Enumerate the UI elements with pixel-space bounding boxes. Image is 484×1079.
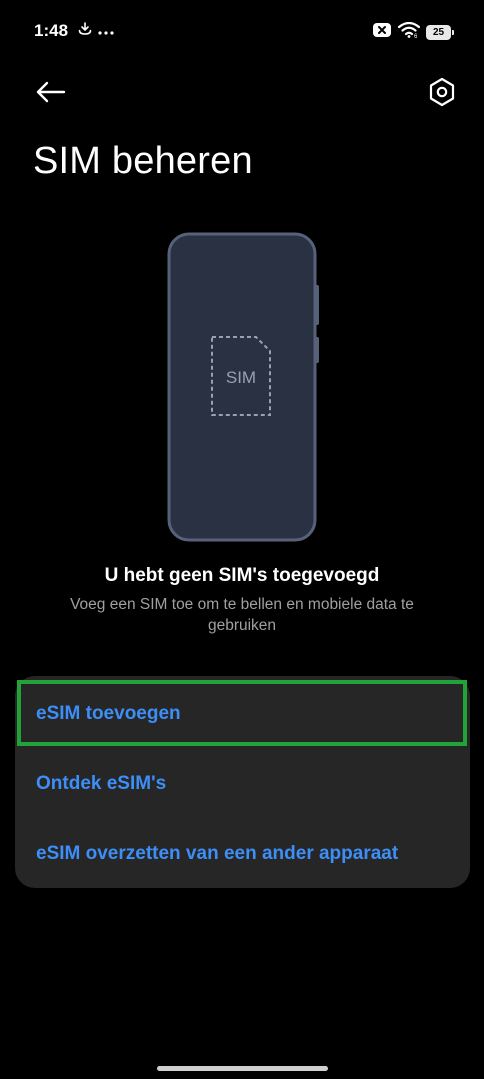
home-indicator[interactable] xyxy=(157,1066,328,1071)
page-title: SIM beheren xyxy=(33,140,253,182)
add-esim-option[interactable]: eSIM toevoegen xyxy=(15,679,470,749)
wifi-icon: 6 xyxy=(397,21,421,43)
transfer-esim-option[interactable]: eSIM overzetten van een ander apparaat xyxy=(15,819,470,888)
discover-esims-option[interactable]: Ontdek eSIM's xyxy=(15,749,470,819)
back-button[interactable] xyxy=(30,74,70,114)
hexagon-settings-icon xyxy=(428,77,456,112)
status-time: 1:48 xyxy=(34,21,69,40)
more-dots-icon xyxy=(98,23,114,41)
download-status-icon xyxy=(78,22,92,41)
phone-illustration: SIM xyxy=(166,231,322,543)
phone-body xyxy=(167,232,317,542)
empty-state-title: U hebt geen SIM's toegevoegd xyxy=(104,565,380,586)
no-sim-icon xyxy=(372,22,392,43)
battery-icon: 25 xyxy=(426,25,454,40)
status-left-icons xyxy=(78,22,114,41)
sim-label: SIM xyxy=(226,368,256,387)
status-bar: 1:48 6 25 xyxy=(0,0,484,62)
svg-text:6: 6 xyxy=(414,34,418,38)
arrow-left-icon xyxy=(34,80,66,109)
empty-state-subtitle: Voeg een SIM toe om te bellen en mobiele… xyxy=(70,596,414,634)
options-card: eSIM toevoegen Ontdek eSIM's eSIM overze… xyxy=(15,676,470,888)
settings-button[interactable] xyxy=(422,74,462,114)
status-right-icons: 6 25 xyxy=(372,21,454,43)
